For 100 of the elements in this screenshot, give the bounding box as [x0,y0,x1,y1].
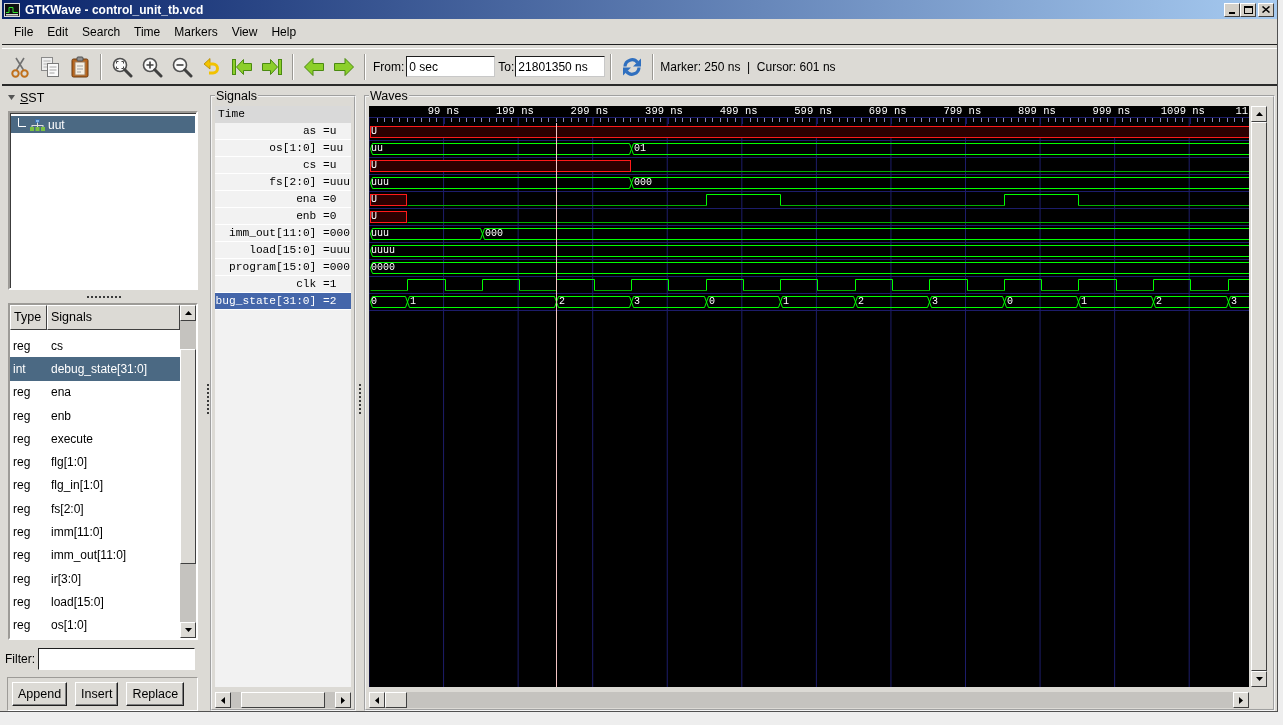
filter-field[interactable] [38,648,195,670]
waveform-value: 2 [559,296,565,308]
insert-button[interactable]: Insert [75,682,119,706]
scroll-down-button[interactable] [1251,671,1267,687]
waveform-value: uuuu [371,245,395,257]
signal-row[interactable]: enb =0 [215,208,351,225]
signal-name: enb [51,408,72,423]
signal-row[interactable]: reg imm[11:0] [10,520,180,544]
waveform-value: 0 [371,296,377,308]
signal-row[interactable]: imm_out[11:0] =000 [215,225,351,242]
time-label: 599 ns [794,106,833,117]
app-icon [4,2,20,17]
signal-row[interactable]: int debug_state[31:0] [10,357,180,381]
up-triangle-icon [184,311,192,315]
horizontal-scrollbar[interactable] [215,692,351,708]
expander-triangle-icon[interactable] [8,95,15,100]
signal-value: =u [323,124,337,139]
signal-row[interactable]: program[15:0] =000 [215,259,351,276]
panel-title: Waves [369,89,409,103]
signal-value: =2 [323,294,337,309]
menu-item[interactable]: Search [75,21,128,42]
scroll-right-button[interactable] [1233,692,1249,708]
from-label: From: [373,59,405,74]
signal-value: =u [323,158,337,173]
signal-name: clk [296,277,317,292]
menu-item[interactable]: File [7,21,41,42]
column-header[interactable]: Type [10,305,47,330]
signal-row[interactable]: reg execute [10,427,180,451]
splitter-handle[interactable] [359,383,361,414]
menu-item[interactable]: View [224,21,265,42]
close-button[interactable] [1258,2,1274,17]
signal-row[interactable]: reg ir[3:0] [10,566,180,591]
signal-value: =uuu [323,175,350,190]
waveform-value: 0 [1007,296,1013,308]
scroll-up-button[interactable] [180,305,196,321]
menu-item[interactable]: Edit [40,21,76,42]
left-arrow-icon [303,55,325,78]
time-label: 399 ns [645,106,683,117]
time-label: 299 ns [570,106,609,117]
vertical-scrollbar[interactable] [180,305,196,638]
splitter-handle[interactable] [86,295,121,298]
menu-item[interactable]: Markers [167,21,225,42]
menu-item[interactable]: Help [264,21,304,42]
time-header: Time [218,107,245,122]
signal-row[interactable]: load[15:0] =uuu [215,242,351,259]
waveform-value: 1 [783,296,789,308]
signal-name: execute [51,431,94,446]
signal-row[interactable]: reg flg_in[1:0] [10,473,180,498]
waveform-value: uuu [371,177,389,189]
signal-row[interactable]: reg enb [10,403,180,428]
signal-name: ena [296,192,317,207]
signal-row[interactable]: as =u [215,123,351,140]
column-header[interactable]: Signals [47,305,180,330]
signal-type: reg [13,431,31,446]
maximize-button[interactable] [1240,2,1256,17]
signal-row[interactable]: reg ena [10,380,180,404]
signal-row[interactable]: os[1:0] =uu [215,140,351,157]
signal-row[interactable]: reg flg[1:0] [10,450,180,474]
tree-item[interactable]: uut [11,116,195,133]
scrollbar-thumb[interactable] [385,692,407,708]
signal-row[interactable]: reg imm_out[11:0] [10,543,180,567]
splitter-handle[interactable] [206,383,209,414]
scroll-left-button[interactable] [369,692,385,708]
signal-name: flg[1:0] [51,455,88,470]
from-field[interactable]: 0 sec [406,56,496,77]
scroll-left-button[interactable] [215,692,231,708]
minimize-button[interactable] [1224,2,1240,17]
signal-row[interactable]: reg os[1:0] [10,613,180,637]
scroll-down-button[interactable] [180,622,196,638]
signal-row[interactable]: ena =0 [215,191,351,208]
right-triangle-icon [341,696,345,704]
signal-row[interactable]: bug_state[31:0] =2 [215,293,351,310]
scroll-right-button[interactable] [335,692,351,708]
signal-row[interactable]: reg load[15:0] [10,590,180,614]
signal-name: imm_out[11:0] [51,548,127,563]
time-label: 899 ns [1018,106,1056,117]
signal-name: load[15:0] [51,594,104,609]
scroll-up-button[interactable] [1251,106,1267,122]
signal-row[interactable]: reg cs [10,334,180,358]
pane-title: SST [20,90,45,105]
menu-item[interactable]: Time [127,21,168,42]
horizontal-scrollbar[interactable] [369,692,1249,708]
right-arrow-icon [333,55,355,78]
signal-row[interactable]: reg fs[2:0] [10,497,180,521]
waveform-value: 3 [1231,296,1237,308]
right-triangle-icon [1239,696,1243,704]
zoom-in-icon [141,55,163,78]
scrollbar-thumb[interactable] [180,349,196,564]
signal-row[interactable]: fs[2:0] =uuu [215,174,351,191]
replace-button[interactable]: Replace [126,682,185,706]
filter-label: Filter: [5,651,35,668]
to-field[interactable]: 21801350 ns [515,56,606,77]
scrollbar-thumb[interactable] [241,692,325,708]
signal-name: program[15:0] [229,260,317,275]
down-triangle-icon [184,628,192,632]
append-button[interactable]: Append [12,682,68,706]
signal-name: ir[3:0] [51,571,81,586]
waveform-value: 2 [858,296,864,308]
signal-type: reg [13,408,31,423]
signal-row[interactable]: cs =u [215,157,351,174]
